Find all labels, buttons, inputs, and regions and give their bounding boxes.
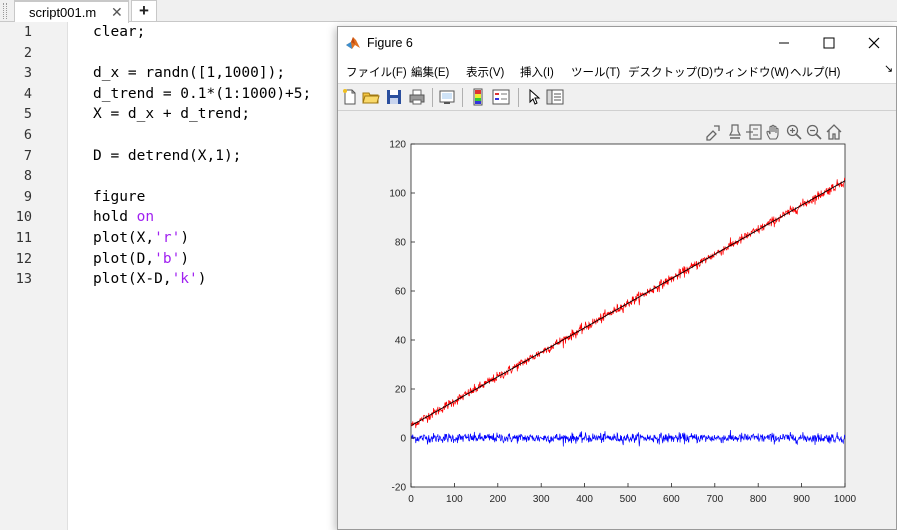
line-number: 7 <box>23 147 32 164</box>
line-number: 1 <box>23 24 32 40</box>
editor-tab-bar: script001.m ✕ + <box>0 0 897 23</box>
code-keyword: on <box>136 209 155 226</box>
code-line[interactable]: figure <box>93 189 145 205</box>
code-text: plot(X-D, <box>93 271 172 288</box>
close-window-icon[interactable] <box>864 33 884 53</box>
code-line[interactable]: plot(X,'r') <box>93 230 189 246</box>
colorbar-icon[interactable] <box>469 88 487 106</box>
y-tick-label: 120 <box>389 140 406 151</box>
code-line[interactable]: plot(X-D,'k') <box>93 271 207 287</box>
x-tick-label: 1000 <box>834 494 857 505</box>
add-tab-button[interactable]: + <box>131 0 157 22</box>
x-tick-label: 100 <box>446 494 463 505</box>
line-number: 13 <box>15 271 32 288</box>
x-tick-label: 0 <box>408 494 414 505</box>
code-keyword: 'k' <box>171 271 198 288</box>
new-figure-icon[interactable] <box>341 88 359 106</box>
code-line[interactable]: plot(D,'b') <box>93 251 189 267</box>
code-text: plot(X, <box>93 230 155 246</box>
x-tick-label: 900 <box>793 494 810 505</box>
figure-title-bar: Figure 6 <box>338 27 896 59</box>
save-icon[interactable] <box>385 88 403 106</box>
export-icon[interactable] <box>704 123 722 141</box>
maximize-icon[interactable] <box>819 33 839 53</box>
code-text: plot(D, <box>93 250 155 267</box>
close-icon[interactable]: ✕ <box>111 4 123 21</box>
figure-window: Figure 6 ファイル(F) 編集(E) 表示(V) 挿入(I) ツール(T… <box>337 26 897 530</box>
figure-title: Figure 6 <box>367 36 413 50</box>
line-number: 11 <box>15 230 32 246</box>
line-number-gutter: 1 2 3 4 5 6 7 8 9 10 11 12 13 <box>0 22 68 530</box>
x-tick-label: 600 <box>663 494 680 505</box>
y-tick-label: 80 <box>395 238 407 249</box>
line-number: 12 <box>15 250 32 267</box>
zoom-out-icon[interactable] <box>805 123 823 141</box>
x-tick-label: 400 <box>576 494 593 505</box>
y-tick-label: 20 <box>395 385 407 396</box>
x-tick-label: 800 <box>750 494 767 505</box>
home-icon[interactable] <box>825 123 843 141</box>
line-number: 5 <box>23 106 32 123</box>
toolbar-separator <box>432 88 433 107</box>
zoom-in-icon[interactable] <box>785 123 803 141</box>
menu-window[interactable]: ウィンドウ(W) <box>713 64 789 80</box>
menu-help[interactable]: ヘルプ(H) <box>790 64 840 80</box>
line-number: 10 <box>15 209 32 226</box>
open-file-icon[interactable] <box>362 88 380 106</box>
code-text: hold <box>93 209 137 226</box>
menu-view[interactable]: 表示(V) <box>466 64 504 80</box>
x-tick-label: 200 <box>489 494 506 505</box>
y-tick-label: -20 <box>392 483 407 494</box>
code-keyword: 'r' <box>154 230 181 246</box>
y-tick-label: 60 <box>395 287 407 298</box>
code-line[interactable]: hold on <box>93 209 154 225</box>
code-text: ) <box>180 250 190 267</box>
plot-svg[interactable]: 0 100 200 300 400 500 600 700 800 900 1000-2002040… <box>338 111 896 529</box>
pointer-icon[interactable] <box>525 88 543 106</box>
x-tick-label: 500 <box>620 494 637 505</box>
menu-desktop[interactable]: デスクトップ(D) <box>628 64 713 80</box>
brush-icon[interactable] <box>726 123 744 141</box>
minimize-icon[interactable] <box>774 33 794 53</box>
line-number: 8 <box>23 168 32 185</box>
menu-tools[interactable]: ツール(T) <box>571 64 620 80</box>
menu-insert[interactable]: 挿入(I) <box>520 64 554 80</box>
tab-script001[interactable]: script001.m ✕ <box>14 0 129 23</box>
link-plot-icon[interactable] <box>438 88 456 106</box>
code-line[interactable]: d_x = randn([1,1000]); <box>93 65 285 81</box>
code-line[interactable]: D = detrend(X,1); <box>93 148 241 164</box>
line-number: 3 <box>23 65 32 82</box>
code-text: ) <box>180 230 190 246</box>
code-text: ) <box>197 271 207 288</box>
line-number: 2 <box>23 44 32 61</box>
code-line[interactable]: X = d_x + d_trend; <box>93 106 250 122</box>
y-tick-label: 40 <box>395 336 407 347</box>
menu-file[interactable]: ファイル(F) <box>346 64 407 80</box>
legend-icon[interactable] <box>492 88 510 106</box>
print-icon[interactable] <box>408 88 426 106</box>
line-number: 4 <box>23 85 32 102</box>
pan-icon[interactable] <box>765 123 783 141</box>
code-line[interactable]: clear; <box>93 24 145 40</box>
line-number: 6 <box>23 127 32 143</box>
toolbar-separator <box>518 88 519 107</box>
code-keyword: 'b' <box>154 250 181 267</box>
y-tick-label: 0 <box>400 434 406 445</box>
figure-canvas: 0 100 200 300 400 500 600 700 800 900 1000 -20 0 20 40… <box>338 111 896 529</box>
figure-toolbar <box>338 83 896 111</box>
property-inspector-icon[interactable] <box>546 88 564 106</box>
figure-menu-bar: ファイル(F) 編集(E) 表示(V) 挿入(I) ツール(T) デスクトップ(… <box>338 59 896 83</box>
tab-grip-handle[interactable] <box>3 3 7 19</box>
tab-label: script001.m <box>29 5 97 20</box>
x-tick-label: 700 <box>706 494 723 505</box>
line-number: 9 <box>23 188 32 205</box>
matlab-logo-icon <box>346 37 360 49</box>
menu-edit[interactable]: 編集(E) <box>411 64 449 80</box>
data-tips-icon[interactable] <box>745 123 763 141</box>
code-line[interactable]: d_trend = 0.1*(1:1000)+5; <box>93 86 311 102</box>
x-tick-label: 300 <box>533 494 550 505</box>
y-tick-label: 100 <box>389 189 406 200</box>
toolbar-separator <box>462 88 463 107</box>
menu-overflow-icon[interactable]: ↘ <box>884 62 893 75</box>
